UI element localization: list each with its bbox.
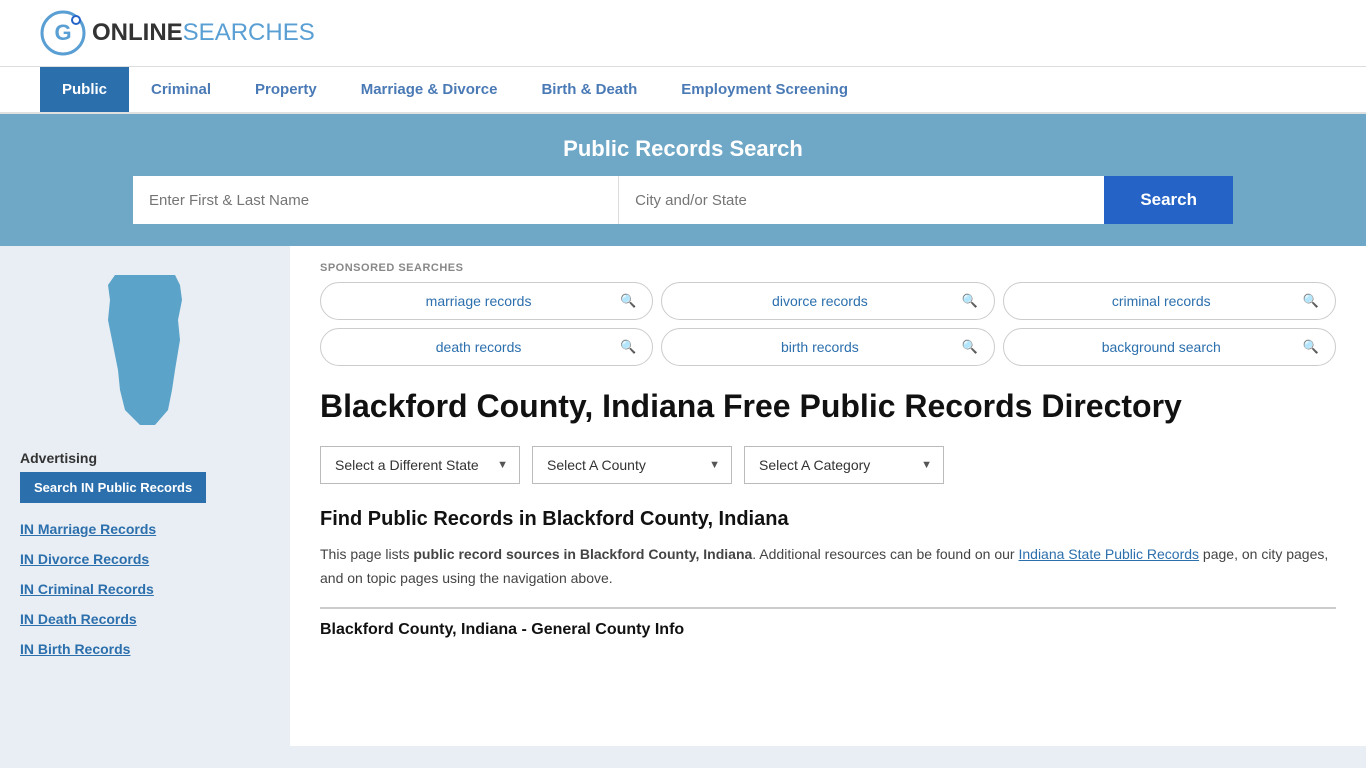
nav-item-birth-death[interactable]: Birth & Death xyxy=(519,67,659,112)
county-dropdown[interactable]: Select A County xyxy=(532,446,732,484)
bottom-section-title: Blackford County, Indiana - General Coun… xyxy=(320,621,1336,639)
search-icon-5: 🔍 xyxy=(961,339,977,355)
state-dropdown-wrapper: Select a Different State ▼ xyxy=(320,446,520,484)
body-text-2: . Additional resources can be found on o… xyxy=(752,546,1018,562)
body-paragraph: This page lists public record sources in… xyxy=(320,543,1336,591)
sponsored-item-3[interactable]: criminal records 🔍 xyxy=(1003,282,1336,320)
nav-item-criminal[interactable]: Criminal xyxy=(129,67,233,112)
sidebar-link-marriage[interactable]: IN Marriage Records xyxy=(20,515,270,543)
header: G ONLINE SEARCHES xyxy=(0,0,1366,67)
indiana-records-link[interactable]: Indiana State Public Records xyxy=(1018,546,1199,562)
category-dropdown[interactable]: Select A Category xyxy=(744,446,944,484)
main-nav: Public Criminal Property Marriage & Divo… xyxy=(0,67,1366,114)
page-title: Blackford County, Indiana Free Public Re… xyxy=(320,386,1336,426)
sponsored-text-3: criminal records xyxy=(1020,293,1303,309)
search-banner: Public Records Search Search xyxy=(0,114,1366,246)
sponsored-item-4[interactable]: death records 🔍 xyxy=(320,328,653,366)
search-icon-4: 🔍 xyxy=(620,339,636,355)
sponsored-text-5: birth records xyxy=(678,339,961,355)
nav-item-marriage-divorce[interactable]: Marriage & Divorce xyxy=(339,67,520,112)
sidebar-link-death[interactable]: IN Death Records xyxy=(20,605,270,633)
nav-item-employment[interactable]: Employment Screening xyxy=(659,67,870,112)
sponsored-text-4: death records xyxy=(337,339,620,355)
body-text-1: This page lists xyxy=(320,546,413,562)
sponsored-text-1: marriage records xyxy=(337,293,620,309)
sponsored-label: SPONSORED SEARCHES xyxy=(320,262,1336,274)
sidebar-link-birth[interactable]: IN Birth Records xyxy=(20,635,270,663)
advertising-label: Advertising xyxy=(20,450,270,466)
logo-text: ONLINE SEARCHES xyxy=(92,19,315,47)
location-input[interactable] xyxy=(619,176,1104,224)
sponsored-grid: marriage records 🔍 divorce records 🔍 cri… xyxy=(320,282,1336,366)
sidebar-link-criminal[interactable]: IN Criminal Records xyxy=(20,575,270,603)
category-dropdown-wrapper: Select A Category ▼ xyxy=(744,446,944,484)
search-form: Search xyxy=(133,176,1233,224)
nav-item-property[interactable]: Property xyxy=(233,67,339,112)
indiana-map xyxy=(80,270,210,430)
body-text-bold: public record sources in Blackford Count… xyxy=(413,546,752,562)
sponsored-text-6: background search xyxy=(1020,339,1303,355)
sidebar-link-divorce[interactable]: IN Divorce Records xyxy=(20,545,270,573)
section-title: Find Public Records in Blackford County,… xyxy=(320,508,1336,531)
sidebar-links: IN Marriage Records IN Divorce Records I… xyxy=(20,515,270,663)
search-icon-6: 🔍 xyxy=(1303,339,1319,355)
search-icon-3: 🔍 xyxy=(1303,293,1319,309)
search-button[interactable]: Search xyxy=(1104,176,1233,224)
search-icon-2: 🔍 xyxy=(961,293,977,309)
search-icon-1: 🔍 xyxy=(620,293,636,309)
svg-text:G: G xyxy=(54,20,71,45)
dropdowns-row: Select a Different State ▼ Select A Coun… xyxy=(320,446,1336,484)
sponsored-text-2: divorce records xyxy=(678,293,961,309)
search-banner-title: Public Records Search xyxy=(40,136,1326,162)
nav-item-public[interactable]: Public xyxy=(40,67,129,112)
sidebar: Advertising Search IN Public Records IN … xyxy=(0,246,290,746)
logo-online: ONLINE xyxy=(92,19,183,47)
logo[interactable]: G ONLINE SEARCHES xyxy=(40,10,315,56)
sponsored-item-2[interactable]: divorce records 🔍 xyxy=(661,282,994,320)
logo-icon: G xyxy=(40,10,86,56)
county-dropdown-wrapper: Select A County ▼ xyxy=(532,446,732,484)
main-wrapper: Advertising Search IN Public Records IN … xyxy=(0,246,1366,746)
sponsored-item-5[interactable]: birth records 🔍 xyxy=(661,328,994,366)
bottom-section: Blackford County, Indiana - General Coun… xyxy=(320,607,1336,639)
logo-searches: SEARCHES xyxy=(183,19,315,47)
content-area: SPONSORED SEARCHES marriage records 🔍 di… xyxy=(290,246,1366,746)
sponsored-item-6[interactable]: background search 🔍 xyxy=(1003,328,1336,366)
state-dropdown[interactable]: Select a Different State xyxy=(320,446,520,484)
ad-button[interactable]: Search IN Public Records xyxy=(20,472,206,503)
sponsored-item-1[interactable]: marriage records 🔍 xyxy=(320,282,653,320)
name-input[interactable] xyxy=(133,176,619,224)
